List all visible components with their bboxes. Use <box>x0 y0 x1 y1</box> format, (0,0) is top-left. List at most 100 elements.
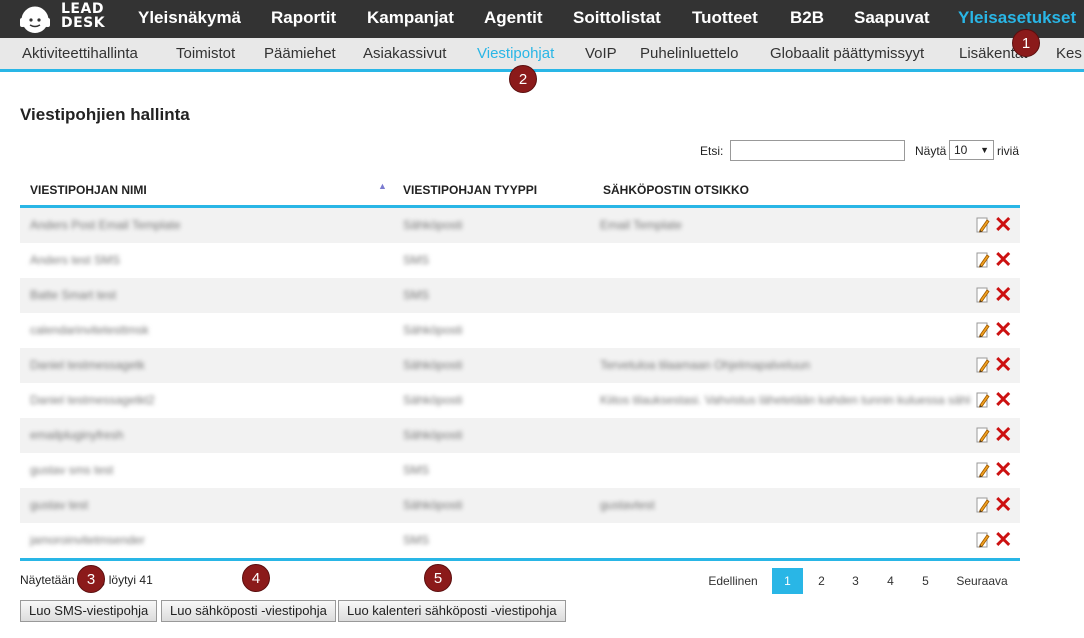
template-name-cell: gustav test <box>30 498 89 512</box>
subnav-globaalit-paattymissyyt[interactable]: Globaalit päättymissyyt <box>770 38 924 69</box>
nav-yleisnakyma[interactable]: Yleisnäkymä <box>138 0 241 38</box>
rows-per-page-select[interactable]: 10 ▼ <box>949 140 994 160</box>
search-input[interactable] <box>730 140 905 161</box>
red-x-delete-icon[interactable]: ✕ <box>994 422 1014 448</box>
top-navigation: LEAD DESK Yleisnäkymä Raportit Kampanjat… <box>0 0 1084 38</box>
table-footer-divider <box>20 558 1020 561</box>
nav-saapuvat[interactable]: Saapuvat <box>854 0 930 38</box>
rows-suffix-label: riviä <box>997 144 1020 158</box>
column-header-subject[interactable]: SÄHKÖPOSTIN OTSIKKO <box>603 183 749 197</box>
pencil-edit-icon[interactable] <box>976 217 990 233</box>
table-row[interactable]: Batte Smart test SMS ✕ <box>20 278 1020 313</box>
pencil-edit-icon[interactable] <box>976 357 990 373</box>
pagination-previous[interactable]: Edellinen <box>703 568 763 594</box>
nav-soittolistat[interactable]: Soittolistat <box>573 0 661 38</box>
pencil-edit-icon[interactable] <box>976 322 990 338</box>
email-subject-cell <box>600 278 970 313</box>
email-subject-cell <box>600 243 970 278</box>
red-x-delete-icon[interactable]: ✕ <box>994 352 1014 378</box>
template-type-cell: Sähköposti <box>403 393 463 407</box>
subnav-asiakassivut[interactable]: Asiakassivut <box>363 38 446 69</box>
nav-tuotteet[interactable]: Tuotteet <box>692 0 758 38</box>
subnav-viestipohjat[interactable]: Viestipohjat <box>477 38 554 69</box>
subnav-toimistot[interactable]: Toimistot <box>176 38 235 69</box>
template-name-cell: Anders test SMS <box>30 253 121 267</box>
template-type-cell: Sähköposti <box>403 358 463 372</box>
email-subject-cell <box>600 418 970 453</box>
column-header-type[interactable]: VIESTIPOHJAN TYYPPI <box>403 183 537 197</box>
templates-table: VIESTIPOHJAN NIMI ▲ VIESTIPOHJAN TYYPPI … <box>20 172 1020 561</box>
template-name-cell: Batte Smart test <box>30 288 117 302</box>
red-x-delete-icon[interactable]: ✕ <box>994 317 1014 343</box>
step-badge-3: 3 <box>77 565 105 593</box>
template-name-cell: Daniel testmessagetk <box>30 358 145 372</box>
pencil-edit-icon[interactable] <box>976 462 990 478</box>
pagination-next[interactable]: Seuraava <box>951 568 1013 594</box>
subnav-paamiehet[interactable]: Päämiehet <box>264 38 336 69</box>
template-name-cell: jamoroinvitetmsender <box>30 533 145 547</box>
pagination-page-1[interactable]: 1 <box>772 568 803 594</box>
template-name-cell: gustav sms test <box>30 463 114 477</box>
nav-raportit[interactable]: Raportit <box>271 0 336 38</box>
table-row[interactable]: Daniel testmessagetk Sähköposti Tervetuloa… <box>20 348 1020 383</box>
email-subject-cell <box>600 523 970 558</box>
create-sms-template-button[interactable]: Luo SMS-viestipohja <box>20 600 158 622</box>
table-row[interactable]: Anders test SMS SMS ✕ <box>20 243 1020 278</box>
pagination-page-3[interactable]: 3 <box>840 568 871 594</box>
template-type-cell: Sähköposti <box>403 498 463 512</box>
table-row[interactable]: gustav test Sähköposti gustavtest ✕ <box>20 488 1020 523</box>
email-subject-cell: gustavtest <box>600 498 655 512</box>
pencil-edit-icon[interactable] <box>976 497 990 513</box>
template-type-cell: SMS <box>403 463 430 477</box>
pencil-edit-icon[interactable] <box>976 287 990 303</box>
red-x-delete-icon[interactable]: ✕ <box>994 457 1014 483</box>
subnav-puhelinluettelo[interactable]: Puhelinluettelo <box>640 38 738 69</box>
email-subject-cell: Tervetuloa tilaamaan Ohjelmapalveluun <box>600 358 811 372</box>
red-x-delete-icon[interactable]: ✕ <box>994 282 1014 308</box>
leaddesk-logo[interactable]: LEAD DESK <box>18 0 118 38</box>
create-email-template-button[interactable]: Luo sähköposti -viestipohja <box>161 600 336 622</box>
table-body: Anders Post Email Template Sähköposti Emai… <box>20 208 1020 558</box>
sort-asc-icon[interactable]: ▲ <box>378 181 387 191</box>
red-x-delete-icon[interactable]: ✕ <box>994 212 1014 238</box>
table-row[interactable]: jamoroinvitetmsender SMS ✕ <box>20 523 1020 558</box>
red-x-delete-icon[interactable]: ✕ <box>994 492 1014 518</box>
nav-b2b[interactable]: B2B <box>790 0 824 38</box>
create-calendar-email-template-button[interactable]: Luo kalenteri sähköposti -viestipohja <box>338 600 566 622</box>
subnav-voip[interactable]: VoIP <box>585 38 617 69</box>
table-row[interactable]: emailpluginyfresh Sähköposti ✕ <box>20 418 1020 453</box>
step-badge-5: 5 <box>424 564 452 592</box>
template-type-cell: Sähköposti <box>403 428 463 442</box>
pencil-edit-icon[interactable] <box>976 252 990 268</box>
template-name-cell: emailpluginyfresh <box>30 428 124 442</box>
sub-navigation: Aktiviteettihallinta Toimistot Päämiehet… <box>0 38 1084 72</box>
logo-text: LEAD DESK <box>61 1 106 31</box>
pagination-page-4[interactable]: 4 <box>875 568 906 594</box>
search-label: Etsi: <box>700 144 724 158</box>
red-x-delete-icon[interactable]: ✕ <box>994 387 1014 413</box>
pencil-edit-icon[interactable] <box>976 392 990 408</box>
red-x-delete-icon[interactable]: ✕ <box>994 247 1014 273</box>
email-subject-cell <box>600 313 970 348</box>
column-header-name[interactable]: VIESTIPOHJAN NIMI <box>30 183 147 197</box>
table-row[interactable]: calendarinvitetesttmsk Sähköposti ✕ <box>20 313 1020 348</box>
rows-per-page-value: 10 <box>954 143 968 157</box>
nav-agentit[interactable]: Agentit <box>484 0 543 38</box>
table-row[interactable]: Daniel testmessagetkt2 Sähköposti Kiitos t… <box>20 383 1020 418</box>
subnav-kes[interactable]: Kes <box>1056 38 1082 69</box>
template-type-cell: SMS <box>403 288 430 302</box>
template-name-cell: Anders Post Email Template <box>30 218 181 232</box>
step-badge-1: 1 <box>1012 29 1040 57</box>
red-x-delete-icon[interactable]: ✕ <box>994 527 1014 553</box>
pagination-page-2[interactable]: 2 <box>806 568 837 594</box>
table-row[interactable]: Anders Post Email Template Sähköposti Emai… <box>20 208 1020 243</box>
table-header: VIESTIPOHJAN NIMI ▲ VIESTIPOHJAN TYYPPI … <box>20 172 1020 208</box>
pagination-page-5[interactable]: 5 <box>910 568 941 594</box>
chevron-down-icon: ▼ <box>980 145 989 155</box>
pencil-edit-icon[interactable] <box>976 532 990 548</box>
pencil-edit-icon[interactable] <box>976 427 990 443</box>
nav-kampanjat[interactable]: Kampanjat <box>367 0 454 38</box>
template-name-cell: Daniel testmessagetkt2 <box>30 393 155 407</box>
table-row[interactable]: gustav sms test SMS ✕ <box>20 453 1020 488</box>
subnav-aktiviteettihallinta[interactable]: Aktiviteettihallinta <box>22 38 138 69</box>
